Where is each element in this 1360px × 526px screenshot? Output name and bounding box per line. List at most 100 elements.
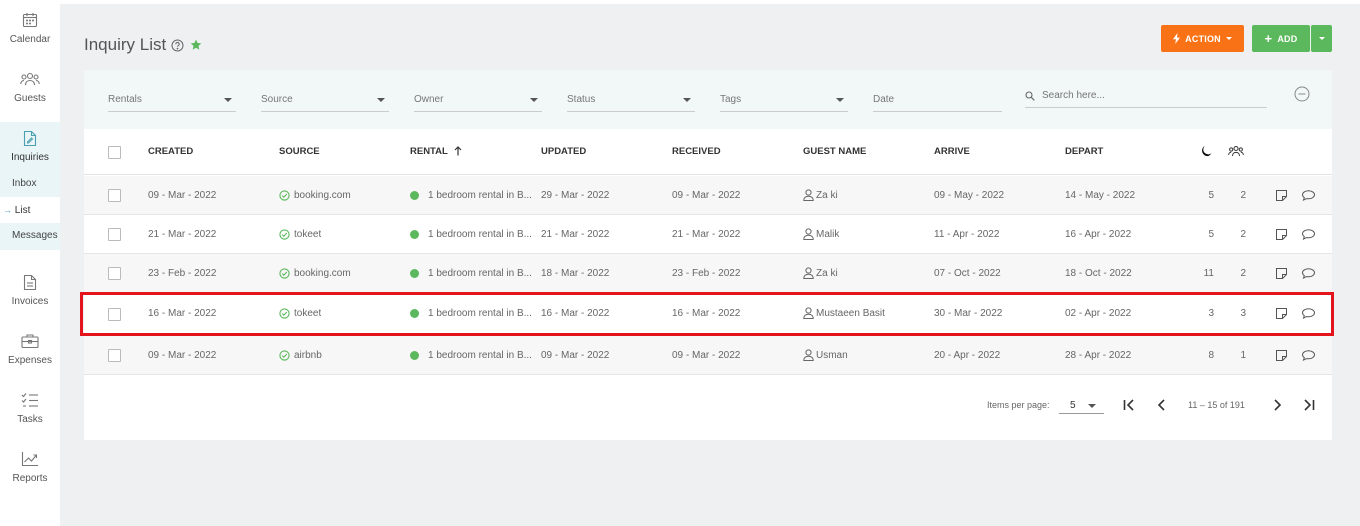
table-row[interactable]: 09 - Mar - 2022 airbnb 1 bedroom rental … bbox=[84, 336, 1332, 375]
cell-created: 21 - Mar - 2022 bbox=[148, 229, 217, 240]
sidebar-subitem-list[interactable]: → List bbox=[0, 197, 60, 223]
items-per-page-select[interactable]: 5 bbox=[1059, 394, 1104, 414]
header-received[interactable]: RECEIVED bbox=[672, 129, 721, 175]
sidebar-item-tasks[interactable]: Tasks bbox=[0, 390, 60, 440]
status-dot-icon bbox=[410, 190, 419, 200]
comment-icon[interactable] bbox=[1302, 229, 1315, 240]
header-created[interactable]: CREATED bbox=[148, 129, 193, 175]
cell-rental-text: 1 bedroom rental in B... bbox=[428, 268, 532, 279]
cell-updated: 16 - Mar - 2022 bbox=[541, 308, 610, 319]
table-row[interactable]: 09 - Mar - 2022 booking.com 1 bedroom re… bbox=[84, 176, 1332, 215]
briefcase-icon bbox=[20, 331, 40, 351]
date-filter[interactable]: Date bbox=[873, 88, 1002, 112]
comment-icon[interactable] bbox=[1302, 190, 1315, 201]
table-row[interactable]: 21 - Mar - 2022 tokeet 1 bedroom rental … bbox=[84, 215, 1332, 254]
cell-guest-text: Za ki bbox=[816, 268, 838, 279]
collapse-filters-icon[interactable] bbox=[1294, 86, 1310, 102]
cell-depart: 28 - Apr - 2022 bbox=[1065, 350, 1132, 361]
calendar-icon bbox=[20, 10, 40, 30]
cell-guest-name: Usman bbox=[803, 336, 848, 375]
sidebar-item-label: Expenses bbox=[8, 355, 52, 366]
cell-arrive: 11 - Apr - 2022 bbox=[934, 229, 1000, 240]
cell-source-text: booking.com bbox=[294, 190, 351, 201]
cell-arrive: 30 - Mar - 2022 bbox=[934, 308, 1003, 319]
sort-asc-icon bbox=[454, 146, 462, 156]
cell-updated: 29 - Mar - 2022 bbox=[541, 190, 610, 201]
header-depart[interactable]: DEPART bbox=[1065, 129, 1103, 175]
table-row[interactable]: 16 - Mar - 2022 tokeet 1 bedroom rental … bbox=[84, 293, 1332, 335]
row-checkbox[interactable] bbox=[108, 349, 121, 362]
sidebar-subitem-inbox[interactable]: Inbox bbox=[0, 171, 60, 197]
star-icon[interactable] bbox=[190, 39, 202, 51]
caret-down-icon bbox=[377, 97, 385, 102]
sidebar-item-reports[interactable]: Reports bbox=[0, 449, 60, 499]
note-icon[interactable] bbox=[1276, 350, 1287, 361]
sidebar-item-label: Invoices bbox=[11, 296, 49, 307]
sidebar-item-expenses[interactable]: Expenses bbox=[0, 331, 60, 381]
sidebar-subitem-messages[interactable]: Messages bbox=[0, 223, 60, 249]
row-checkbox[interactable] bbox=[108, 189, 121, 202]
cell-rental: 1 bedroom rental in B... bbox=[410, 254, 538, 293]
cell-rental: 1 bedroom rental in B... bbox=[410, 176, 538, 215]
note-icon[interactable] bbox=[1276, 308, 1287, 319]
header-guest-name[interactable]: GUEST NAME bbox=[803, 129, 866, 175]
status-filter[interactable]: Status bbox=[567, 88, 695, 112]
comment-icon[interactable] bbox=[1302, 350, 1315, 361]
filter-bar: Rentals Source Owner Status Tags Date bbox=[84, 70, 1332, 129]
header-arrive[interactable]: ARRIVE bbox=[934, 129, 970, 175]
cell-guest-text: Mustaeen Basit bbox=[816, 308, 885, 319]
next-page-icon[interactable] bbox=[1273, 399, 1282, 411]
select-all-checkbox[interactable] bbox=[108, 146, 121, 159]
action-button[interactable]: ACTION bbox=[1161, 25, 1244, 52]
items-per-page-value: 5 bbox=[1070, 400, 1076, 411]
cell-depart: 02 - Apr - 2022 bbox=[1065, 308, 1132, 319]
check-circle-icon bbox=[279, 190, 290, 201]
cell-depart: 14 - May - 2022 bbox=[1065, 190, 1136, 201]
cell-nights: 5 bbox=[1208, 229, 1214, 240]
sidebar-inquiries-group: Inquiries Inbox → List Messages bbox=[0, 122, 60, 250]
first-page-icon[interactable] bbox=[1123, 399, 1136, 411]
table-row[interactable]: 23 - Feb - 2022 booking.com 1 bedroom re… bbox=[84, 254, 1332, 293]
source-filter[interactable]: Source bbox=[261, 88, 389, 112]
cell-arrive: 09 - May - 2022 bbox=[934, 190, 1005, 201]
guests-count-icon[interactable] bbox=[1228, 145, 1244, 158]
note-icon[interactable] bbox=[1276, 229, 1287, 240]
person-icon bbox=[803, 267, 814, 280]
arrow-right-icon: → bbox=[3, 205, 12, 215]
search-field[interactable] bbox=[1025, 84, 1267, 108]
row-checkbox[interactable] bbox=[108, 228, 121, 241]
add-dropdown-button[interactable] bbox=[1311, 25, 1332, 52]
sidebar: Calendar Guests Inquiries Inbox → List M… bbox=[0, 0, 60, 526]
cell-updated: 18 - Mar - 2022 bbox=[541, 268, 610, 279]
sidebar-item-calendar[interactable]: Calendar bbox=[0, 10, 60, 60]
rentals-filter[interactable]: Rentals bbox=[108, 88, 236, 112]
search-input[interactable] bbox=[1042, 90, 1257, 101]
header-rental[interactable]: RENTAL bbox=[410, 129, 462, 175]
header-source[interactable]: SOURCE bbox=[279, 129, 320, 175]
sidebar-item-label: Tasks bbox=[17, 414, 43, 425]
tags-filter[interactable]: Tags bbox=[720, 88, 848, 112]
moon-icon[interactable] bbox=[1200, 145, 1212, 157]
header-updated[interactable]: UPDATED bbox=[541, 129, 586, 175]
previous-page-icon[interactable] bbox=[1157, 399, 1166, 411]
sidebar-item-invoices[interactable]: Invoices bbox=[0, 272, 60, 322]
person-icon bbox=[803, 189, 814, 202]
sidebar-item-inquiries[interactable]: Inquiries bbox=[0, 128, 60, 174]
sidebar-subitem-label: List bbox=[14, 205, 31, 216]
cell-created: 09 - Mar - 2022 bbox=[148, 350, 217, 361]
help-icon[interactable] bbox=[171, 39, 184, 52]
last-page-icon[interactable] bbox=[1302, 399, 1315, 411]
comment-icon[interactable] bbox=[1302, 308, 1315, 319]
add-button[interactable]: + ADD bbox=[1252, 25, 1310, 52]
check-circle-icon bbox=[279, 268, 290, 279]
page-title: Inquiry List bbox=[84, 35, 202, 55]
note-icon[interactable] bbox=[1276, 190, 1287, 201]
row-checkbox[interactable] bbox=[108, 308, 121, 321]
cell-nights: 11 bbox=[1203, 268, 1214, 279]
owner-filter[interactable]: Owner bbox=[414, 88, 542, 112]
page-title-text: Inquiry List bbox=[84, 35, 167, 54]
comment-icon[interactable] bbox=[1302, 268, 1315, 279]
sidebar-item-guests[interactable]: Guests bbox=[0, 69, 60, 119]
row-checkbox[interactable] bbox=[108, 267, 121, 280]
note-icon[interactable] bbox=[1276, 268, 1287, 279]
